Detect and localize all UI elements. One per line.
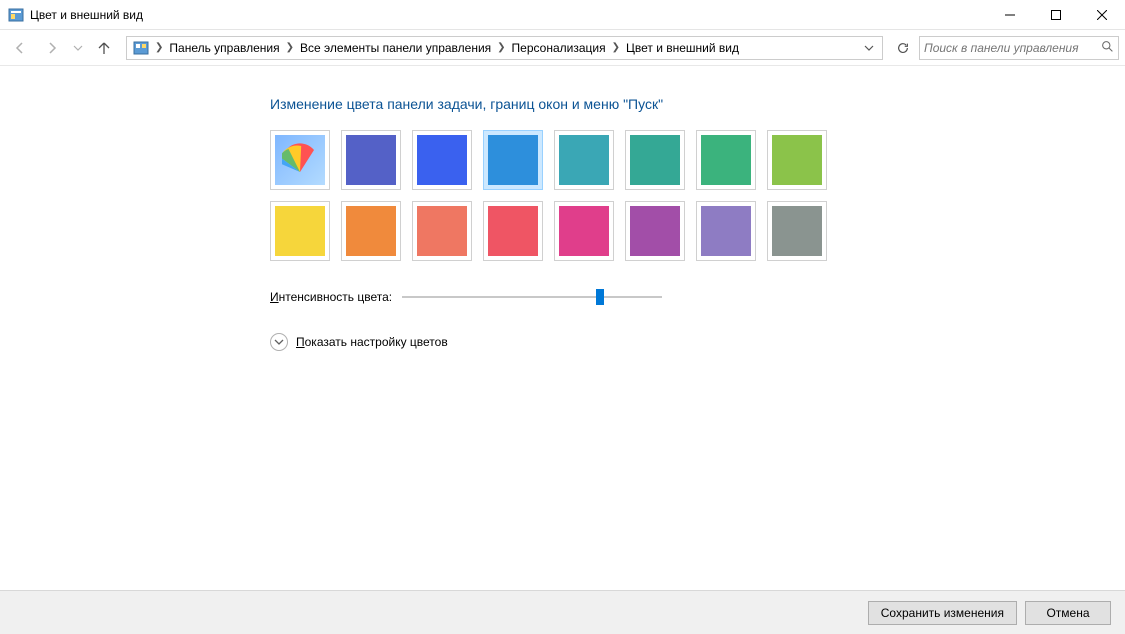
slider-thumb[interactable] [596,289,604,305]
breadcrumb-item[interactable]: Персонализация [508,41,610,55]
breadcrumb-item[interactable]: Цвет и внешний вид [622,41,743,55]
swatch-inner [559,206,609,256]
color-swatch-yellow[interactable] [270,201,330,261]
minimize-button[interactable] [987,0,1033,30]
swatch-inner [630,206,680,256]
swatch-inner [701,135,751,185]
swatch-inner [772,135,822,185]
color-swatch-sea-green[interactable] [625,130,685,190]
color-swatch-lime[interactable] [767,130,827,190]
intensity-label: Интенсивность цвета: [270,290,392,304]
page-title: Изменение цвета панели задачи, границ ок… [270,96,1125,112]
color-swatch-teal[interactable] [554,130,614,190]
color-swatch-violet[interactable] [625,201,685,261]
maximize-button[interactable] [1033,0,1079,30]
swatch-inner [275,206,325,256]
swatch-inner [630,135,680,185]
footer: Сохранить изменения Отмена [0,590,1125,634]
forward-button[interactable] [38,34,66,62]
color-swatch-magenta[interactable] [554,201,614,261]
chevron-right-icon[interactable]: ❯ [153,42,165,53]
color-swatch-gray[interactable] [767,201,827,261]
back-button[interactable] [6,34,34,62]
previous-locations-button[interactable] [858,37,880,59]
cancel-button[interactable]: Отмена [1025,601,1111,625]
swatch-inner [772,206,822,256]
swatch-inner [275,135,325,185]
recent-locations-button[interactable] [70,34,86,62]
color-swatch-lavender[interactable] [696,201,756,261]
swatch-inner [559,135,609,185]
breadcrumb-item[interactable]: Все элементы панели управления [296,41,495,55]
control-panel-icon [133,40,149,56]
address-bar[interactable]: ❯ Панель управления ❯ Все элементы панел… [126,36,883,60]
swatch-inner [488,206,538,256]
expand-label: Показать настройку цветов [296,335,448,349]
color-swatch-orange[interactable] [341,201,401,261]
search-icon[interactable] [1101,40,1114,56]
main-content: Изменение цвета панели задачи, границ ок… [0,66,1125,590]
up-button[interactable] [90,34,118,62]
search-box[interactable] [919,36,1119,60]
color-swatches [270,130,850,261]
chevron-right-icon[interactable]: ❯ [610,42,622,53]
color-swatch-royal-blue[interactable] [412,130,472,190]
slider-track [402,296,662,298]
swatch-inner [417,206,467,256]
nav-row: ❯ Панель управления ❯ Все элементы панел… [0,30,1125,66]
swatch-inner [346,206,396,256]
intensity-row: Интенсивность цвета: [270,287,1125,307]
swatch-inner [701,206,751,256]
save-button[interactable]: Сохранить изменения [868,601,1017,625]
window-controls [987,0,1125,30]
app-icon [8,7,24,23]
color-swatch-emerald[interactable] [696,130,756,190]
search-input[interactable] [924,41,1101,55]
color-swatch-indigo[interactable] [341,130,401,190]
swatch-inner [488,135,538,185]
window-title: Цвет и внешний вид [30,8,143,22]
chevron-right-icon[interactable]: ❯ [284,42,296,53]
color-swatch-coral[interactable] [483,201,543,261]
swatch-inner [346,135,396,185]
refresh-button[interactable] [891,36,915,60]
close-button[interactable] [1079,0,1125,30]
breadcrumb-item[interactable]: Панель управления [165,41,283,55]
color-swatch-auto[interactable] [270,130,330,190]
color-swatch-light-coral[interactable] [412,201,472,261]
swatch-inner [417,135,467,185]
chevron-down-icon[interactable] [270,333,288,351]
expand-row[interactable]: Показать настройку цветов [270,333,1125,351]
color-swatch-azure[interactable] [483,130,543,190]
intensity-slider[interactable] [402,287,662,307]
titlebar: Цвет и внешний вид [0,0,1125,30]
chevron-right-icon[interactable]: ❯ [495,42,507,53]
